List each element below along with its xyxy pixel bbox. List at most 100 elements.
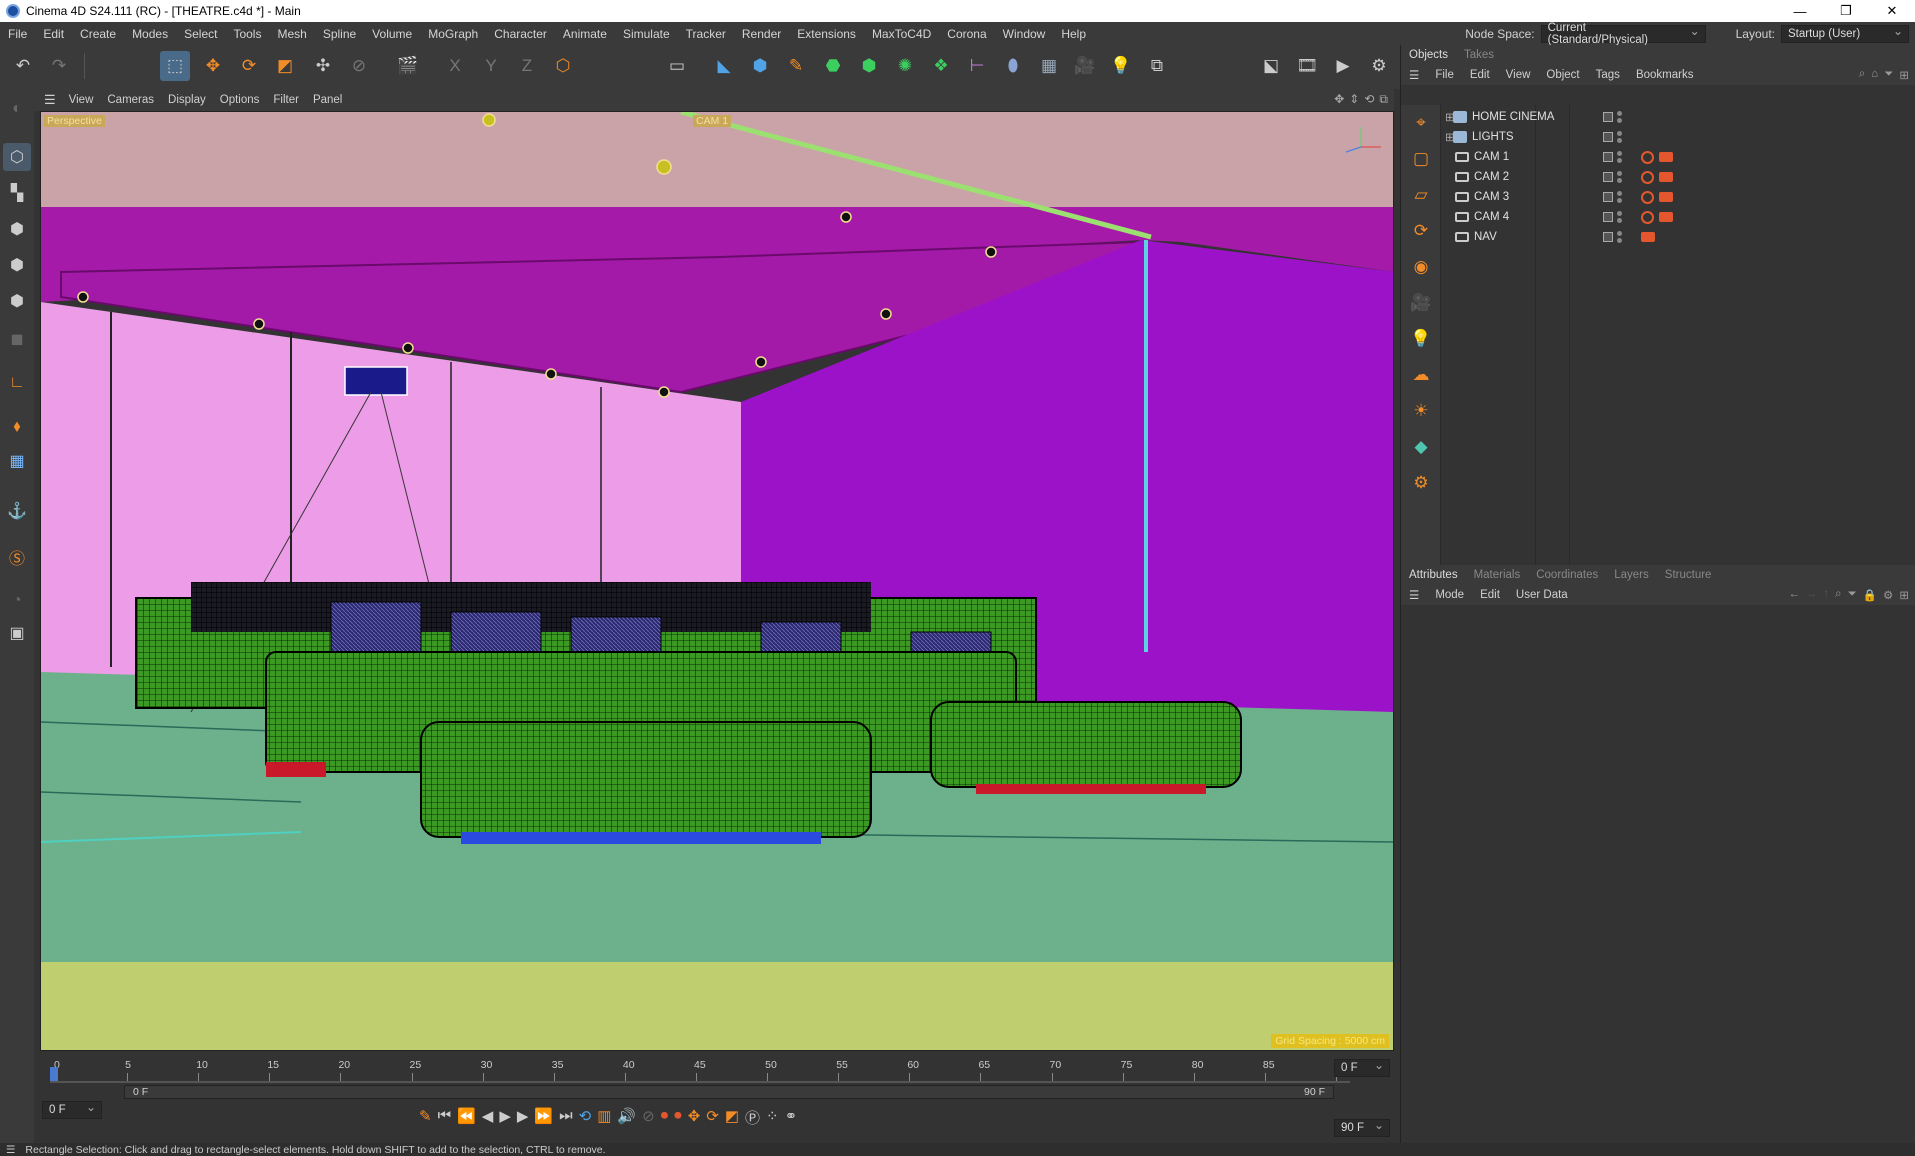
visibility-check[interactable] bbox=[1603, 112, 1613, 122]
transform-icon[interactable]: ✣ bbox=[308, 51, 338, 81]
lock-icon[interactable]: ◔ bbox=[3, 587, 31, 615]
key-pla-icon[interactable]: ⁘ bbox=[766, 1107, 779, 1128]
perspective-viewport[interactable]: Perspective CAM 1 Grid Spacing : 5000 cm bbox=[40, 111, 1394, 1051]
attr-search-icon[interactable]: ⌕ bbox=[1835, 588, 1841, 602]
playhead[interactable] bbox=[50, 1067, 58, 1081]
viewport-menu-panel[interactable]: Panel bbox=[306, 94, 349, 106]
render-settings-icon[interactable]: ▭ bbox=[662, 51, 692, 81]
y-axis-lock-icon[interactable]: Y bbox=[476, 51, 506, 81]
range-slider[interactable]: 0 F 90 F bbox=[124, 1085, 1334, 1099]
tab-layers[interactable]: Layers bbox=[1606, 569, 1657, 581]
texture-mode-icon[interactable]: ▚ bbox=[3, 179, 31, 207]
axis-icon[interactable]: ∟ bbox=[3, 369, 31, 397]
visibility-dots[interactable] bbox=[1617, 191, 1623, 203]
object-row-cam4[interactable]: CAM 4 bbox=[1441, 207, 1915, 227]
subdivision-icon[interactable]: ⬣ bbox=[818, 51, 848, 81]
objects-menu-view[interactable]: View bbox=[1498, 69, 1539, 81]
light-icon[interactable]: 💡 bbox=[1106, 51, 1136, 81]
spline-pen-icon[interactable]: ◣ bbox=[709, 51, 739, 81]
protection-tag-icon[interactable] bbox=[1641, 190, 1654, 204]
end-frame-field[interactable]: 90 F bbox=[1334, 1118, 1390, 1137]
motion-clip-icon[interactable]: ⊘ bbox=[642, 1107, 655, 1128]
camera-tag-icon[interactable] bbox=[1659, 212, 1673, 222]
menu-mograph[interactable]: MoGraph bbox=[420, 27, 486, 41]
attr-lock-icon[interactable]: 🔒 bbox=[1863, 588, 1877, 602]
workplane-icon[interactable]: ⬧ bbox=[3, 413, 31, 441]
key-position-icon[interactable]: ✥ bbox=[688, 1107, 701, 1128]
key-scale-icon[interactable]: ◩ bbox=[725, 1107, 739, 1128]
tab-structure[interactable]: Structure bbox=[1657, 569, 1720, 581]
world-coordinate-icon[interactable]: ⬡ bbox=[548, 51, 578, 81]
up-arrow-icon[interactable]: ↑ bbox=[1823, 588, 1829, 602]
menu-window[interactable]: Window bbox=[995, 27, 1054, 41]
viewport-move-icon[interactable]: ✥ bbox=[1334, 92, 1344, 107]
timeline-settings-icon[interactable]: ▥ bbox=[597, 1107, 611, 1128]
menu-corona[interactable]: Corona bbox=[939, 27, 994, 41]
menu-create[interactable]: Create bbox=[72, 27, 124, 41]
render-view-icon[interactable]: 🎞 bbox=[1292, 51, 1322, 81]
tag-icon[interactable]: ◆ bbox=[1407, 433, 1435, 461]
visibility-dots[interactable] bbox=[1617, 171, 1623, 183]
solo-icon[interactable]: Ⓢ bbox=[3, 543, 31, 571]
forward-arrow-icon[interactable]: → bbox=[1806, 588, 1818, 602]
viewport-hamburger-icon[interactable]: ☰ bbox=[44, 92, 56, 108]
z-axis-lock-icon[interactable]: Z bbox=[512, 51, 542, 81]
camera-tag-icon[interactable] bbox=[1659, 172, 1673, 182]
close-button[interactable]: ✕ bbox=[1869, 0, 1915, 22]
restore-button[interactable]: ❐ bbox=[1823, 0, 1869, 22]
menu-help[interactable]: Help bbox=[1053, 27, 1094, 41]
filter-icon[interactable]: ⏷ bbox=[1884, 68, 1893, 82]
menu-select[interactable]: Select bbox=[176, 27, 225, 41]
tab-takes[interactable]: Takes bbox=[1456, 49, 1502, 61]
menu-mesh[interactable]: Mesh bbox=[269, 27, 314, 41]
visibility-check[interactable] bbox=[1603, 232, 1613, 242]
protection-tag-icon[interactable] bbox=[1641, 170, 1654, 184]
objects-menu-edit[interactable]: Edit bbox=[1462, 69, 1498, 81]
uv-mode-icon[interactable]: ◼ bbox=[3, 325, 31, 353]
search-icon[interactable]: ⌕ bbox=[1859, 68, 1865, 82]
attr-filter-icon[interactable]: ⏷ bbox=[1848, 588, 1857, 602]
next-frame-icon[interactable]: ▶ bbox=[517, 1107, 529, 1128]
objects-menu-file[interactable]: File bbox=[1427, 69, 1462, 81]
floor-icon[interactable]: ▦ bbox=[1034, 51, 1064, 81]
visibility-dots[interactable] bbox=[1617, 131, 1623, 143]
menu-edit[interactable]: Edit bbox=[35, 27, 72, 41]
node-space-dropdown[interactable]: Current (Standard/Physical) bbox=[1540, 22, 1706, 46]
visibility-check[interactable] bbox=[1603, 132, 1613, 142]
camera-tag-icon[interactable] bbox=[1659, 192, 1673, 202]
attributes-menu-mode[interactable]: Mode bbox=[1427, 589, 1472, 601]
points-mode-icon[interactable]: ⬢ bbox=[3, 215, 31, 243]
visibility-check[interactable] bbox=[1603, 172, 1613, 182]
viewport-orbit-icon[interactable]: ⟲ bbox=[1364, 92, 1374, 107]
sky-icon[interactable]: ☁ bbox=[1407, 361, 1435, 389]
menu-volume[interactable]: Volume bbox=[364, 27, 420, 41]
coordinate-icon[interactable]: ⊘ bbox=[344, 51, 374, 81]
timeline-ruler[interactable]: 051015202530354045505560657075808590 bbox=[50, 1059, 1350, 1081]
cloner-icon[interactable]: ✺ bbox=[890, 51, 920, 81]
edges-mode-icon[interactable]: ⬢ bbox=[3, 251, 31, 279]
coordinate-manager-icon[interactable]: ⌖ bbox=[1407, 109, 1435, 137]
objects-menu-tags[interactable]: Tags bbox=[1588, 69, 1628, 81]
edit-render-settings-icon[interactable]: ⚙ bbox=[1364, 51, 1394, 81]
rotate-icon[interactable]: ⟳ bbox=[234, 51, 264, 81]
minimize-button[interactable]: — bbox=[1777, 0, 1823, 22]
layout-dropdown[interactable]: Startup (User) bbox=[1781, 24, 1909, 43]
cycle-icon[interactable]: ⟳ bbox=[1407, 217, 1435, 245]
scene-nodes-icon[interactable]: ⬕ bbox=[1256, 51, 1286, 81]
viewport-icon[interactable]: ⧉ bbox=[1142, 51, 1172, 81]
objects-menu-bookmarks[interactable]: Bookmarks bbox=[1628, 69, 1702, 81]
visibility-check[interactable] bbox=[1603, 152, 1613, 162]
viewport-menu-options[interactable]: Options bbox=[213, 94, 267, 106]
attributes-menu-user-data[interactable]: User Data bbox=[1508, 589, 1576, 601]
camera-icon[interactable]: 🎥 bbox=[1070, 51, 1100, 81]
menu-file[interactable]: File bbox=[0, 27, 35, 41]
light-tool-icon[interactable]: 💡 bbox=[1407, 325, 1435, 353]
attributes-hamburger-icon[interactable]: ☰ bbox=[1401, 588, 1427, 602]
viewport-menu-display[interactable]: Display bbox=[161, 94, 213, 106]
tab-objects[interactable]: Objects bbox=[1401, 49, 1456, 61]
next-key-icon[interactable]: ⏩ bbox=[534, 1107, 553, 1128]
make-editable-icon[interactable]: ◐ bbox=[3, 95, 31, 123]
menu-maxtoc4d[interactable]: MaxToC4D bbox=[864, 27, 939, 41]
menu-extensions[interactable]: Extensions bbox=[789, 27, 864, 41]
key-rotation-icon[interactable]: ⟳ bbox=[706, 1107, 719, 1128]
